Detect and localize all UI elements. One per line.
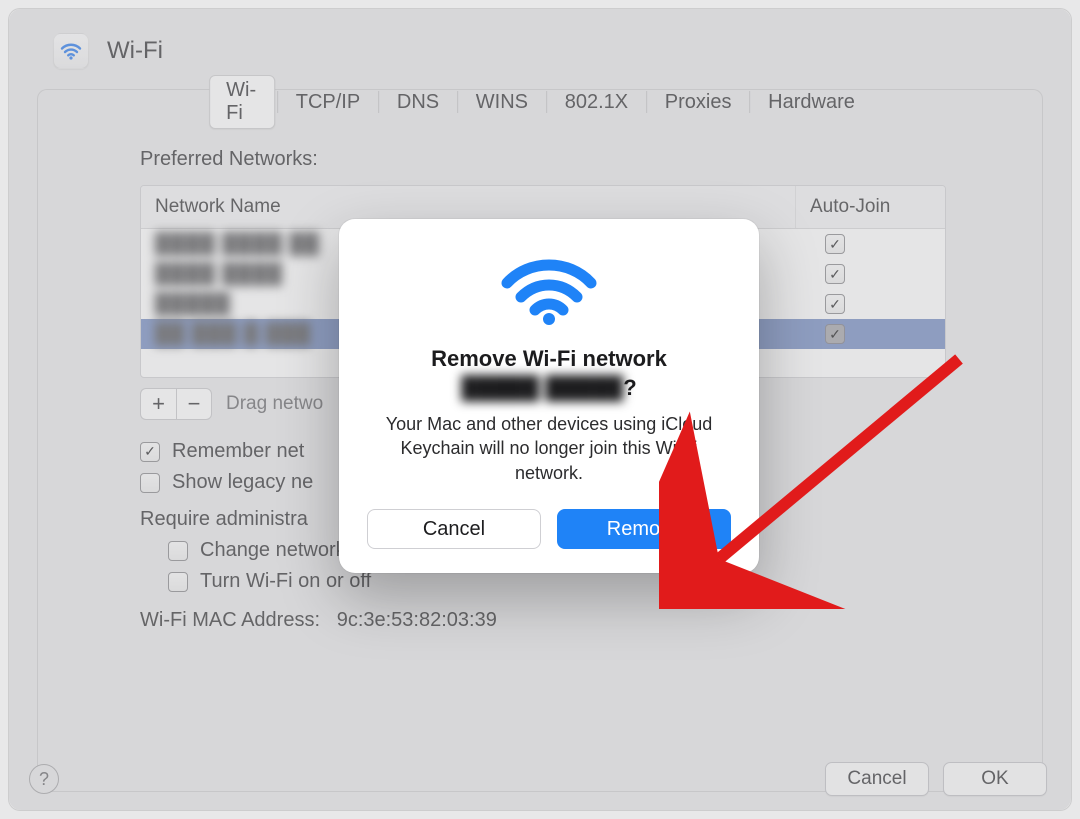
require-admin-label: Require administra: [140, 508, 308, 531]
ok-button[interactable]: OK: [943, 762, 1047, 796]
remember-networks-label: Remember net: [172, 440, 304, 463]
dialog-cancel-button[interactable]: Cancel: [367, 509, 541, 549]
auto-join-checkbox[interactable]: ✓: [825, 234, 845, 254]
page-title: Wi-Fi: [107, 37, 163, 65]
network-name-redacted: ██ ███ █ ███: [155, 323, 311, 346]
auto-join-checkbox[interactable]: ✓: [825, 294, 845, 314]
tab-dns[interactable]: DNS: [381, 88, 455, 117]
tab-wifi[interactable]: Wi-Fi: [209, 75, 275, 129]
mac-address-label: Wi-Fi MAC Address:: [140, 609, 320, 631]
column-auto-join[interactable]: Auto-Join: [795, 186, 945, 228]
tab-hardware[interactable]: Hardware: [752, 88, 871, 117]
tab-bar: Wi-Fi TCP/IP DNS WINS 802.1X Proxies Har…: [209, 75, 871, 129]
tab-separator: [546, 91, 547, 113]
auto-join-checkbox[interactable]: ✓: [825, 324, 845, 344]
drag-hint: Drag netwo: [226, 393, 323, 415]
wifi-icon: [59, 39, 83, 63]
dialog-remove-button[interactable]: Remove: [557, 509, 731, 549]
show-legacy-checkbox[interactable]: [140, 473, 160, 493]
dialog-title: Remove Wi-Fi network █████ █████?: [367, 345, 731, 402]
show-legacy-label: Show legacy ne: [172, 471, 313, 494]
turn-wifi-checkbox[interactable]: [168, 572, 188, 592]
tab-separator: [457, 91, 458, 113]
preferred-networks-label: Preferred Networks:: [140, 148, 946, 171]
tab-8021x[interactable]: 802.1X: [549, 88, 644, 117]
help-button[interactable]: ?: [29, 764, 59, 794]
network-name-redacted: ████ ████: [155, 263, 283, 286]
tab-separator: [277, 91, 278, 113]
remember-networks-checkbox[interactable]: ✓: [140, 442, 160, 462]
remove-network-dialog: Remove Wi-Fi network █████ █████? Your M…: [339, 219, 759, 573]
tab-wins[interactable]: WINS: [460, 88, 544, 117]
change-networks-checkbox[interactable]: [168, 541, 188, 561]
change-networks-label: Change networks: [200, 539, 356, 562]
tab-separator: [749, 91, 750, 113]
tab-tcpip[interactable]: TCP/IP: [280, 88, 376, 117]
turn-wifi-label: Turn Wi-Fi on or off: [200, 570, 371, 593]
cancel-button[interactable]: Cancel: [825, 762, 929, 796]
tab-separator: [378, 91, 379, 113]
tab-separator: [646, 91, 647, 113]
remove-network-button[interactable]: −: [176, 388, 212, 420]
mac-address-value: 9c:3e:53:82:03:39: [337, 609, 497, 631]
wifi-icon: [499, 253, 599, 327]
dialog-message: Your Mac and other devices using iCloud …: [367, 412, 731, 485]
network-name-redacted: ████ ████ ██: [155, 233, 320, 256]
network-name-redacted: █████: [155, 293, 231, 316]
wifi-icon-tile: [53, 33, 89, 69]
auto-join-checkbox[interactable]: ✓: [825, 264, 845, 284]
tab-proxies[interactable]: Proxies: [649, 88, 748, 117]
add-network-button[interactable]: +: [140, 388, 176, 420]
